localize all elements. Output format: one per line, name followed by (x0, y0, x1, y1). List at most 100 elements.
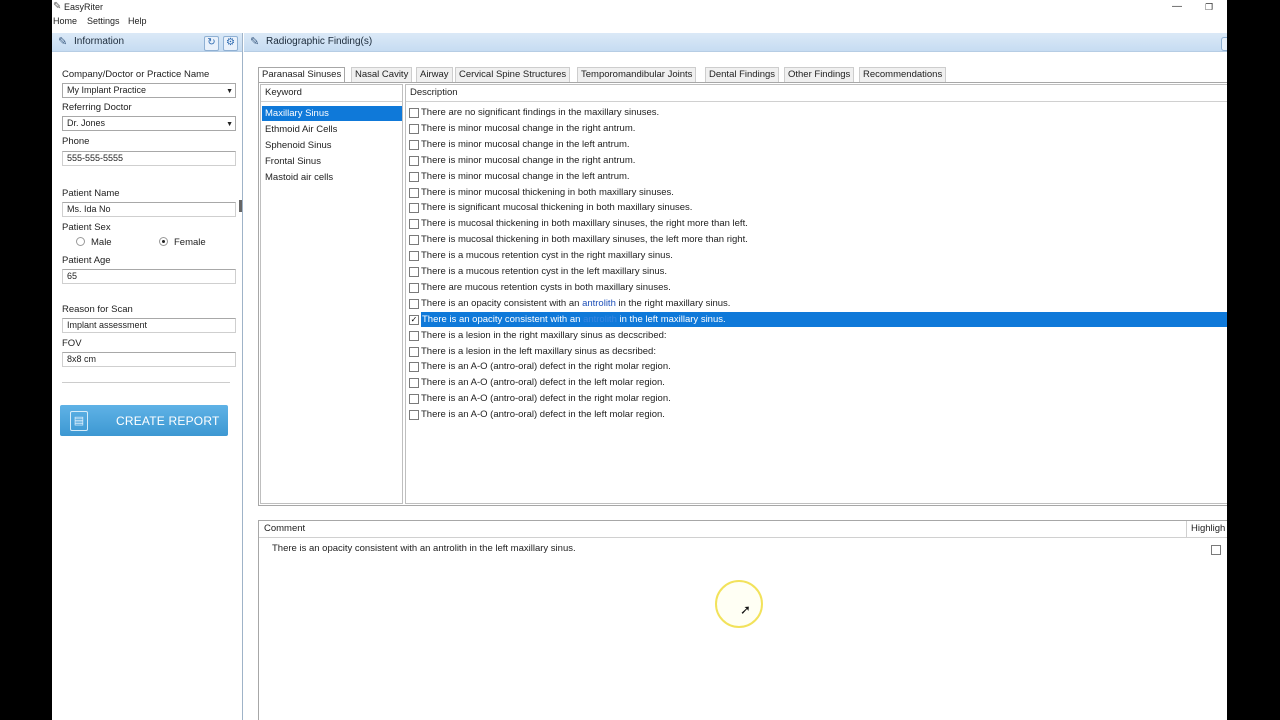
term-link[interactable]: antrolith (582, 298, 616, 309)
description-checkbox[interactable] (409, 123, 419, 134)
reason-input[interactable]: Implant assessment (62, 318, 236, 333)
description-row[interactable]: There is mucosal thickening in both maxi… (406, 216, 1227, 231)
keyword-item[interactable]: Ethmoid Air Cells (262, 122, 402, 137)
pen-icon: ✎ (250, 36, 260, 48)
description-checkbox[interactable] (409, 219, 419, 230)
menu-home[interactable]: Home (53, 16, 77, 26)
tab-paranasal-sinuses[interactable]: Paranasal Sinuses (258, 67, 346, 83)
description-row[interactable]: There are no significant findings in the… (406, 105, 1227, 120)
divider (62, 382, 230, 383)
keyword-item[interactable]: Frontal Sinus (262, 154, 402, 169)
tab-other-findings[interactable]: Other Findings (784, 67, 855, 82)
dropdown-arrow-icon: ▼ (226, 88, 233, 95)
information-title: Information (74, 36, 125, 47)
keyword-item[interactable]: Sphenoid Sinus (262, 138, 402, 153)
description-row[interactable]: There is an A-O (antro-oral) defect in t… (406, 407, 1227, 422)
company-label: Company/Doctor or Practice Name (62, 69, 210, 80)
description-text: There is an A-O (antro-oral) defect in t… (421, 361, 671, 373)
description-checkbox[interactable] (409, 330, 419, 341)
patient-name-input[interactable]: Ms. Ida No (62, 202, 236, 217)
description-text: There are mucous retention cysts in both… (421, 281, 671, 293)
description-row[interactable]: There is a lesion in the right maxillary… (406, 328, 1227, 343)
description-checkbox[interactable] (409, 362, 419, 373)
description-row[interactable]: There is an opacity consistent with an a… (406, 296, 1227, 311)
description-row[interactable]: There is minor mucosal thickening in bot… (406, 185, 1227, 200)
app-window: ✎ EasyRiter — ❐ Home Settings Help ✎ Inf… (52, 0, 1227, 720)
description-checkbox[interactable] (409, 394, 419, 405)
description-checkbox[interactable] (409, 187, 419, 198)
description-row[interactable]: There is an A-O (antro-oral) defect in t… (406, 375, 1227, 390)
description-text: There is an A-O (antro-oral) defect in t… (421, 377, 665, 389)
description-checkbox[interactable] (409, 171, 419, 182)
tab-cervical-spine[interactable]: Cervical Spine Structures (455, 67, 571, 82)
comment-text[interactable]: There is an opacity consistent with an a… (272, 543, 576, 554)
menu-help[interactable]: Help (128, 16, 147, 26)
phone-input[interactable]: 555-555-5555 (62, 151, 236, 166)
description-row[interactable]: There is significant mucosal thickening … (406, 200, 1227, 215)
description-text: There is an opacity consistent with an a… (421, 311, 1227, 327)
description-row[interactable]: There is a mucous retention cyst in the … (406, 264, 1227, 279)
referring-select[interactable]: Dr. Jones ▼ (62, 116, 236, 131)
description-checkbox[interactable] (409, 298, 419, 309)
sex-female-radio[interactable]: Female (159, 237, 206, 248)
tab-airway[interactable]: Airway (416, 67, 453, 82)
description-checkbox[interactable] (409, 139, 419, 150)
findings-title: Radiographic Finding(s) (266, 36, 373, 47)
patient-age-input[interactable]: 65 (62, 269, 236, 284)
tab-recommendations[interactable]: Recommendations (859, 67, 947, 82)
patient-name-label: Patient Name (62, 188, 120, 199)
description-checkbox[interactable] (409, 346, 419, 357)
description-checkbox[interactable]: ✓ (409, 314, 419, 325)
description-row[interactable]: ✓ There is an opacity consistent with an … (406, 311, 1227, 327)
description-checkbox[interactable] (409, 267, 419, 277)
gear-icon[interactable]: ⚙ (223, 36, 238, 51)
create-report-label: CREATE REPORT (116, 414, 220, 428)
title-bar: ✎ EasyRiter — ❐ (52, 0, 1227, 15)
findings-header: ✎ Radiographic Finding(s) (244, 33, 1227, 52)
description-text: There is mucosal thickening in both maxi… (421, 234, 748, 246)
description-row[interactable]: There is a mucous retention cyst in the … (406, 248, 1227, 263)
restore-icon[interactable]: ❐ (1202, 0, 1216, 14)
description-text: There is minor mucosal change in the lef… (421, 170, 630, 182)
description-checkbox[interactable] (409, 155, 419, 166)
tab-nasal-cavity[interactable]: Nasal Cavity (351, 67, 413, 82)
company-select[interactable]: My Implant Practice ▼ (62, 83, 236, 98)
description-checkbox[interactable] (409, 378, 419, 389)
collapse-handle[interactable] (239, 200, 242, 212)
tab-tmj[interactable]: Temporomandibular Joints (577, 67, 697, 82)
minimize-icon[interactable]: — (1170, 0, 1184, 14)
description-checkbox[interactable] (409, 410, 419, 421)
description-row[interactable]: There is an A-O (antro-oral) defect in t… (406, 391, 1227, 406)
app-title: EasyRiter (64, 2, 104, 12)
company-value: My Implant Practice (67, 85, 147, 95)
description-checkbox[interactable] (409, 235, 419, 246)
create-report-button[interactable]: ▤ CREATE REPORT (60, 405, 228, 436)
description-header: Description (406, 85, 1227, 102)
description-row[interactable]: There is minor mucosal change in the lef… (406, 169, 1227, 184)
description-checkbox[interactable] (409, 282, 419, 293)
fov-input[interactable]: 8x8 cm (62, 352, 236, 367)
description-text: There is a mucous retention cyst in the … (421, 266, 668, 277)
description-row[interactable]: There is an A-O (antro-oral) defect in t… (406, 359, 1227, 374)
panel-option-button[interactable] (1221, 37, 1227, 51)
description-row[interactable]: There is minor mucosal change in the rig… (406, 153, 1227, 168)
description-checkbox[interactable] (409, 108, 419, 118)
description-checkbox[interactable] (409, 251, 419, 262)
sex-male-radio[interactable]: Male (76, 237, 112, 248)
description-row[interactable]: There are mucous retention cysts in both… (406, 280, 1227, 295)
description-text: There is a mucous retention cyst in the … (421, 250, 673, 262)
description-row[interactable]: There is minor mucosal change in the rig… (406, 121, 1227, 136)
keyword-item[interactable]: Mastoid air cells (262, 170, 402, 185)
description-row[interactable]: There is minor mucosal change in the lef… (406, 137, 1227, 152)
keyword-item[interactable]: Maxillary Sinus (262, 106, 402, 121)
comment-label: Comment (264, 523, 306, 534)
description-text: There is an opacity consistent with an a… (421, 297, 731, 309)
description-row[interactable]: There is a lesion in the left maxillary … (406, 344, 1227, 359)
tab-dental-findings[interactable]: Dental Findings (705, 67, 780, 82)
highlight-checkbox[interactable] (1211, 545, 1221, 555)
description-checkbox[interactable] (409, 203, 419, 214)
term-link[interactable]: antrolith (583, 314, 617, 325)
description-row[interactable]: There is mucosal thickening in both maxi… (406, 232, 1227, 247)
refresh-icon[interactable]: ↻ (204, 36, 219, 51)
menu-settings[interactable]: Settings (87, 16, 120, 26)
